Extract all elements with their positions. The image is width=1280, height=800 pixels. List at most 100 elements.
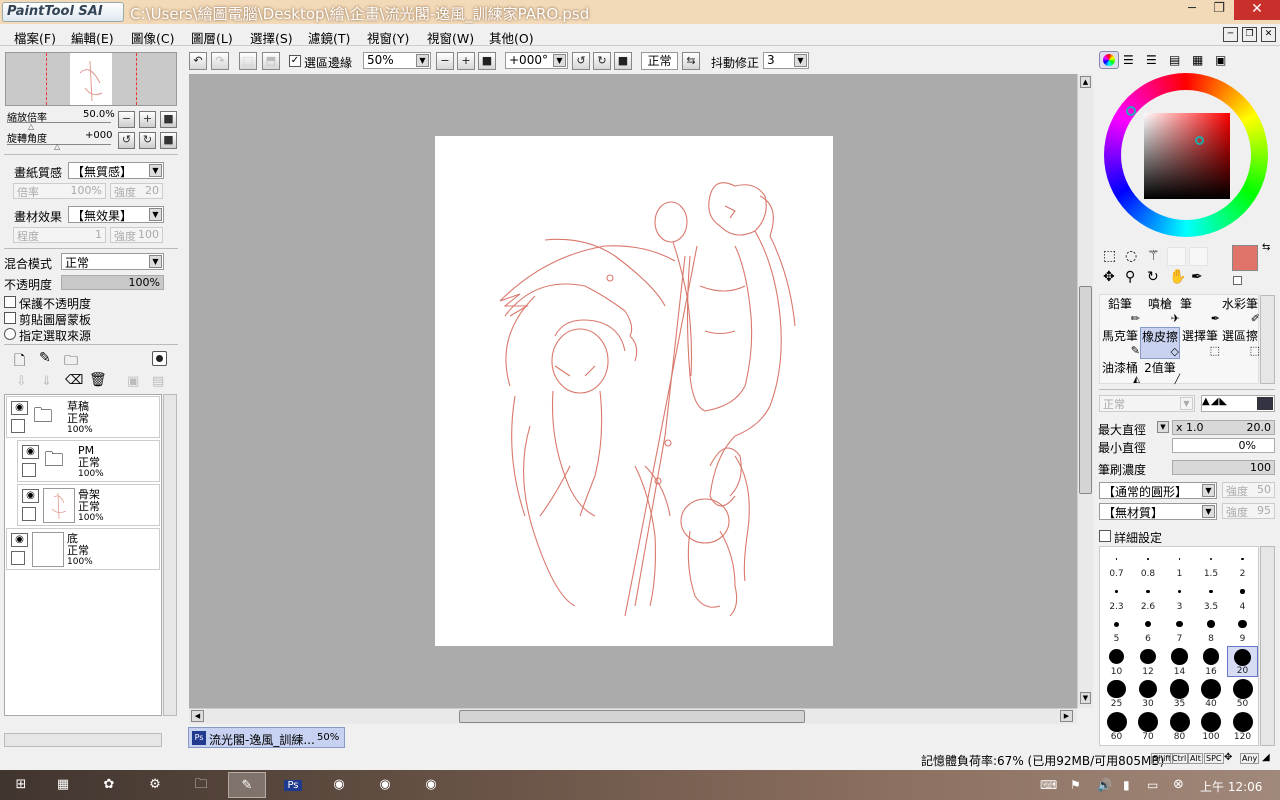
brush-size-cell[interactable]: 14 (1164, 646, 1195, 677)
paper-strength-field[interactable]: 強度 20 (110, 183, 163, 199)
zoom-out-button[interactable]: − (118, 111, 135, 128)
chrome-icon[interactable]: ◉ (320, 772, 358, 798)
vscroll-thumb[interactable] (1079, 286, 1092, 494)
brush-size-cell[interactable]: 3.5 (1196, 581, 1227, 612)
calculator-icon[interactable]: ▦ (44, 772, 82, 798)
protect-opacity-checkbox[interactable] (4, 296, 16, 308)
eye-icon[interactable]: ◉ (22, 489, 39, 503)
photoshop-icon[interactable]: Ps (274, 772, 312, 798)
transparent-color-icon[interactable] (1233, 276, 1242, 285)
tool-pen[interactable]: 筆 ✒ (1180, 295, 1220, 327)
menu-select[interactable]: 選擇(S) (250, 28, 293, 47)
brush-size-cell[interactable]: 60 (1101, 711, 1132, 742)
new-linework-layer-icon[interactable]: ✎ (39, 350, 51, 366)
brush-size-cell[interactable]: 2.6 (1133, 581, 1164, 612)
menu-view[interactable]: 視窗(Y) (367, 28, 409, 47)
volume-icon[interactable]: 🔊 (1097, 778, 1112, 792)
max-size-slider[interactable]: x 1.0 20.0 (1172, 420, 1275, 435)
program-icon[interactable]: ⚙ (136, 772, 174, 798)
brush-size-cell[interactable]: 16 (1196, 646, 1227, 677)
keyboard-icon[interactable]: ⌨ (1040, 778, 1057, 792)
menu-image[interactable]: 圖像(C) (131, 28, 174, 47)
swatch-tab-icon[interactable]: ▤ (1169, 53, 1180, 67)
undo-icon[interactable]: ↶ (189, 52, 207, 70)
size-grid-scrollbar[interactable] (1260, 546, 1275, 746)
scroll-down-icon[interactable]: ▼ (1080, 692, 1091, 704)
brush-size-cell[interactable]: 4 (1227, 581, 1258, 612)
view-mode-button[interactable]: 正常 (641, 52, 678, 70)
brush-size-cell[interactable]: 30 (1133, 678, 1164, 709)
scroll-right-icon[interactable]: ▶ (1060, 710, 1073, 722)
effect-degree-field[interactable]: 程度 1 (13, 227, 106, 243)
selection-edge-checkbox[interactable]: ✓ (289, 55, 301, 67)
layer-select-checkbox[interactable] (11, 551, 25, 565)
brush-texture-select[interactable]: 【無材質】 ▼ (1099, 503, 1217, 520)
tool-grid-scrollbar[interactable] (1260, 295, 1275, 384)
menu-layer[interactable]: 圖層(L) (191, 28, 233, 47)
swap-colors-icon[interactable]: ⇆ (1262, 242, 1270, 253)
scratchpad-tab-icon[interactable]: ▦ (1192, 53, 1203, 67)
rect-select-icon[interactable]: ⬚ (1103, 248, 1116, 264)
mdi-close-button[interactable]: ✕ (1261, 27, 1276, 42)
canvas-vscrollbar[interactable]: ▲ ▼ (1077, 74, 1093, 708)
brush-size-cell[interactable]: 0.7 (1101, 548, 1132, 579)
toolbar-zoom-out-icon[interactable]: − (436, 52, 454, 70)
brush-effect-select[interactable]: 【無效果】 ▼ (68, 206, 164, 223)
navigator-preview[interactable] (5, 52, 177, 106)
invert-selection-icon[interactable]: ⬒ (262, 52, 280, 70)
brush-size-cell[interactable]: 3 (1164, 581, 1195, 612)
layer-row[interactable]: ◉ 🗀 PM 正常 100% (17, 440, 160, 482)
detail-settings-checkbox[interactable] (1099, 530, 1111, 542)
brush-size-cell[interactable]: 35 (1164, 678, 1195, 709)
brush-shape-presets[interactable]: ▲◢◣ (1201, 395, 1275, 412)
eye-icon[interactable]: ◉ (11, 401, 28, 415)
effect-strength-field[interactable]: 強度 100 (110, 227, 163, 243)
redo-icon[interactable]: ↷ (211, 52, 229, 70)
brush-shape-select[interactable]: 【通常的圓形】 ▼ (1099, 482, 1217, 499)
layer-list-hscrollbar[interactable] (4, 733, 162, 747)
eyedropper-icon[interactable]: ✒ (1191, 269, 1203, 285)
brush-size-cell[interactable]: 7 (1164, 613, 1195, 644)
canvas-paper[interactable] (435, 136, 833, 646)
zoom-in-button[interactable]: + (139, 111, 156, 128)
brush-size-cell[interactable]: 6 (1133, 613, 1164, 644)
brush-size-cell[interactable]: 2.3 (1101, 581, 1132, 612)
file-explorer-icon[interactable]: 🗀 (182, 772, 220, 798)
rgb-slider-tab-icon[interactable]: ☰ (1123, 53, 1134, 67)
layer-select-checkbox[interactable] (22, 507, 36, 521)
brush-size-cell[interactable]: 12 (1133, 646, 1164, 677)
brush-size-cell[interactable]: 1.5 (1196, 548, 1227, 579)
zoom-reset-button[interactable]: ■ (160, 111, 177, 128)
brush-size-cell[interactable]: 0.8 (1133, 548, 1164, 579)
stabilizer-select[interactable]: 3 ▼ (763, 52, 809, 69)
zoom-select[interactable]: 50% ▼ (363, 52, 431, 69)
brush-size-cell[interactable]: 25 (1101, 678, 1132, 709)
brush-size-cell[interactable]: 70 (1133, 711, 1164, 742)
primary-color-swatch[interactable] (1232, 245, 1258, 271)
clipping-mask-checkbox[interactable] (4, 312, 16, 324)
eye-icon[interactable]: ◉ (22, 445, 39, 459)
layer-select-checkbox[interactable] (11, 419, 25, 433)
hand-icon[interactable]: ✋ (1169, 269, 1186, 285)
flag-icon[interactable]: ⚑ (1070, 778, 1081, 792)
brush-size-cell[interactable]: 100 (1196, 711, 1227, 742)
brush-size-cell[interactable]: 9 (1227, 613, 1258, 644)
rotate-tool-icon[interactable]: ↻ (1147, 269, 1159, 285)
new-layer-icon[interactable]: 🗋 (14, 350, 25, 374)
brush-size-cell[interactable]: 5 (1101, 613, 1132, 644)
selection-source-radio[interactable] (4, 328, 16, 340)
user-palette-tab-icon[interactable]: ▣ (1215, 53, 1226, 67)
color-wheel[interactable] (1104, 73, 1268, 237)
magic-wand-icon[interactable]: ⚚ (1147, 248, 1160, 264)
brush-size-cell[interactable]: 1 (1164, 548, 1195, 579)
brush-size-cell[interactable]: 50 (1227, 678, 1258, 709)
rotate-ccw-button[interactable]: ↺ (118, 132, 135, 149)
menu-window[interactable]: 視窗(W) (427, 28, 474, 47)
network-icon[interactable]: ▮ (1123, 778, 1130, 792)
min-size-slider[interactable]: 0% (1172, 438, 1275, 453)
opacity-slider[interactable]: 100% (61, 275, 164, 290)
brush-size-cell[interactable]: 2 (1227, 548, 1258, 579)
brush-size-cell[interactable]: 40 (1196, 678, 1227, 709)
rotate-cw-button[interactable]: ↻ (139, 132, 156, 149)
brush-size-cell[interactable]: 10 (1101, 646, 1132, 677)
